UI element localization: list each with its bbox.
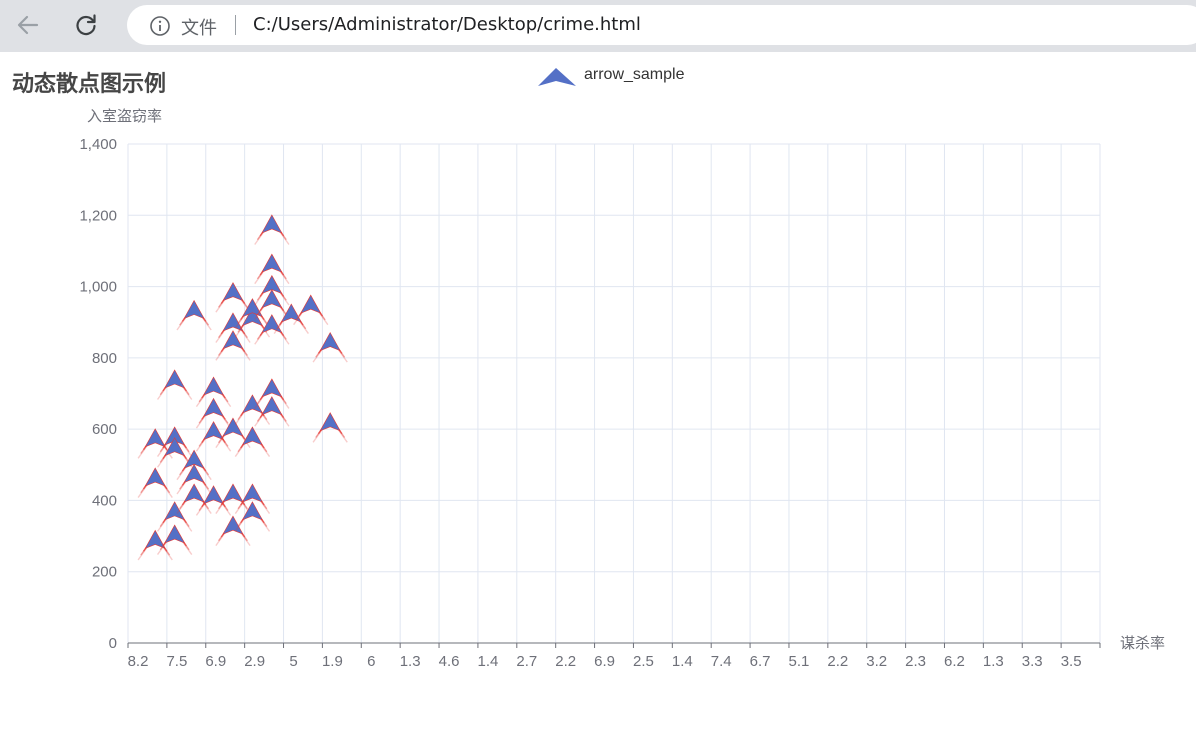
x-tick-label: 2.5 — [633, 653, 654, 670]
arrow-marker — [241, 394, 264, 414]
x-tick-label: 1.3 — [983, 653, 1004, 670]
data-point — [195, 421, 232, 452]
x-tick-label: 5 — [289, 653, 297, 670]
x-tick-label: 7.4 — [711, 653, 732, 670]
x-tick-label: 6 — [367, 653, 375, 670]
arrow-marker — [261, 214, 283, 234]
arrow-marker — [202, 376, 225, 396]
y-tick-label: 400 — [92, 492, 117, 509]
x-tick-label: 3.2 — [866, 653, 887, 670]
x-tick-label: 1.3 — [400, 653, 421, 670]
arrow-marker — [261, 253, 283, 273]
arrow-marker — [261, 396, 283, 416]
y-tick-label: 600 — [92, 421, 117, 438]
arrow-marker — [144, 428, 166, 448]
arrow-marker — [222, 483, 244, 503]
arrow-marker — [202, 397, 225, 418]
y-tick-label: 1,200 — [79, 207, 117, 224]
arrow-marker — [222, 330, 244, 350]
x-tick-label: 2.2 — [555, 653, 576, 670]
scatter-chart: 0 200 400 600 800 1,000 1,200 1,400 8.2 7.5 6.9 2.9… — [79, 107, 1165, 670]
arrow-marker — [261, 378, 283, 398]
x-tick-label: 1.9 — [322, 653, 343, 670]
arrow-marker — [183, 483, 205, 503]
arrow-marker — [144, 467, 166, 487]
data-point — [156, 369, 193, 400]
arrow-marker — [222, 282, 244, 302]
y-tick-label: 200 — [92, 564, 117, 581]
x-axis-title: 谋杀率 — [1120, 634, 1165, 652]
series-points — [137, 214, 348, 561]
x-tick-label: 6.9 — [205, 653, 226, 670]
arrow-marker — [319, 331, 341, 352]
x-tick-label: 1.4 — [477, 653, 498, 670]
arrow-marker — [241, 501, 264, 521]
x-tick-label: 1.4 — [672, 653, 693, 670]
y-tick-label: 1,000 — [79, 279, 117, 296]
y-axis-title: 入室盗窃率 — [87, 107, 162, 125]
x-tick-label: 7.5 — [166, 653, 187, 670]
arrow-marker — [163, 369, 186, 389]
arrow-marker — [241, 483, 264, 503]
arrow-marker — [163, 501, 186, 521]
x-tick-label: 2.7 — [516, 653, 537, 670]
arrow-marker — [300, 294, 322, 314]
x-tick-label: 6.2 — [944, 653, 965, 670]
data-point — [156, 524, 193, 555]
arrow-marker — [261, 314, 283, 334]
arrow-marker — [144, 529, 166, 550]
x-tick-label: 2.3 — [905, 653, 926, 670]
x-tick-label: 6.7 — [750, 653, 771, 670]
arrow-marker — [163, 524, 186, 544]
x-tick-label: 2.9 — [244, 653, 265, 670]
arrow-marker — [183, 299, 205, 320]
x-tick-label: 3.3 — [1022, 653, 1043, 670]
y-tick-label: 1,400 — [79, 136, 117, 153]
x-tick-label: 8.2 — [128, 653, 149, 670]
data-point — [312, 412, 348, 443]
x-tick-label: 2.2 — [827, 653, 848, 670]
arrow-marker — [202, 421, 225, 441]
x-tick-label: 3.5 — [1061, 653, 1082, 670]
x-tick-label: 4.6 — [439, 653, 460, 670]
arrow-marker — [241, 426, 264, 446]
x-tick-label: 5.1 — [789, 653, 810, 670]
arrow-marker — [319, 412, 341, 432]
y-tick-label: 800 — [92, 350, 117, 367]
y-tick-label: 0 — [109, 635, 117, 652]
x-tick-label: 6.9 — [594, 653, 615, 670]
